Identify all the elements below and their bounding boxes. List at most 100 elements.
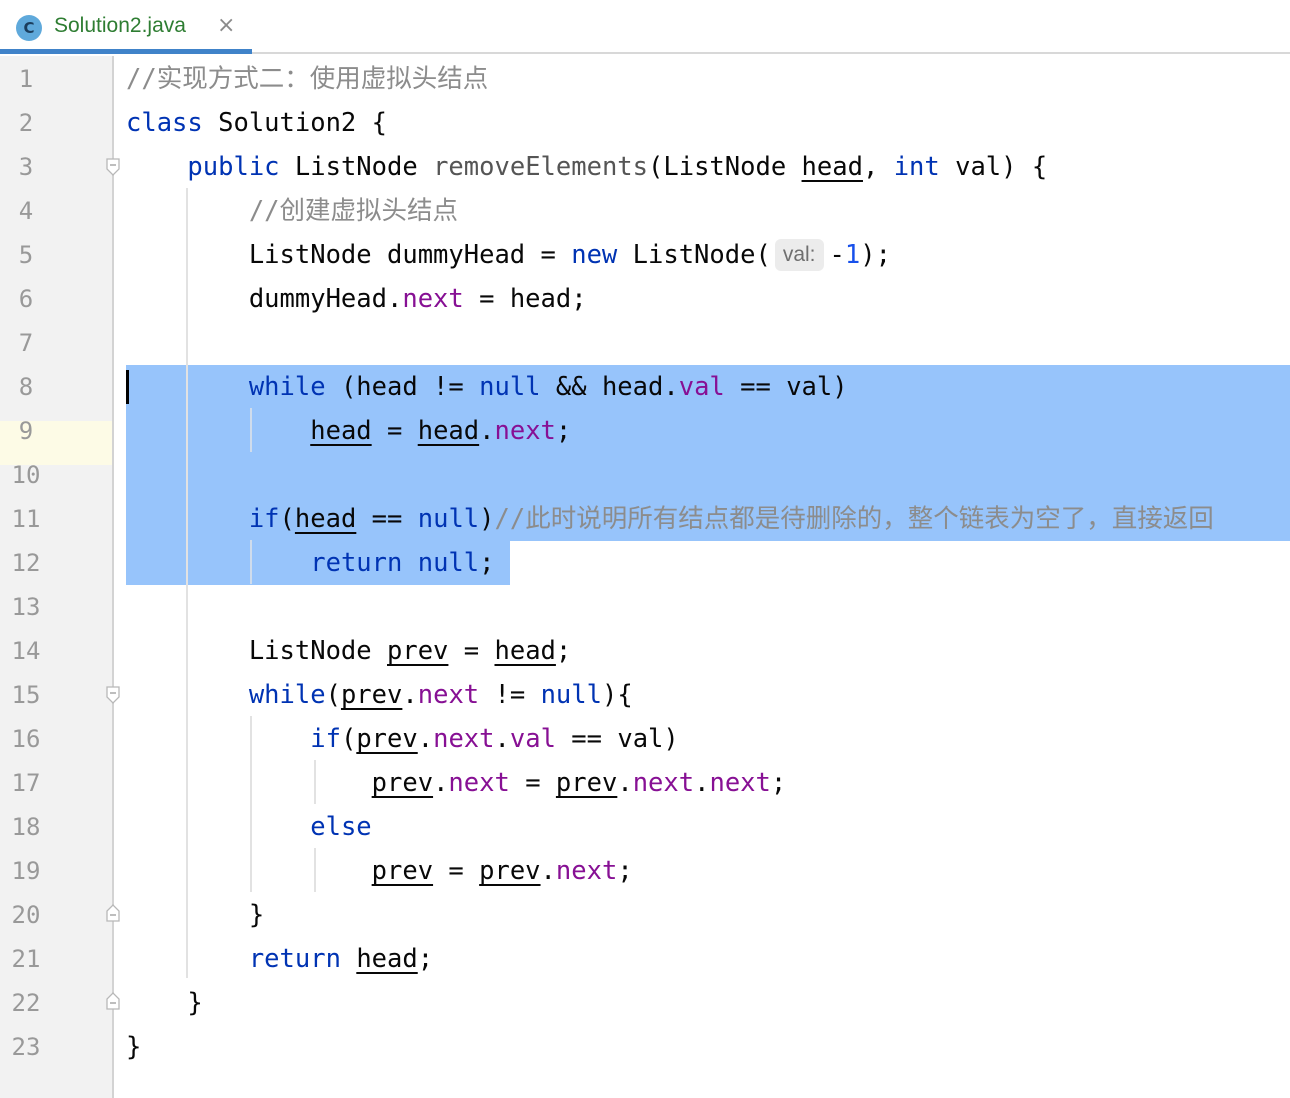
text-caret [126,370,129,404]
fold-end-icon[interactable] [106,992,120,1010]
line-number: 7 [18,329,34,357]
line-number: 13 [11,593,41,621]
code-line[interactable]: } [126,981,203,1025]
code-token: . [694,768,710,798]
code-line[interactable]: //创建虚拟头结点 [126,189,458,233]
code-token: = [509,768,556,798]
code-token: == [356,504,418,534]
code-token: ; [770,768,787,798]
line-number: 21 [11,945,41,973]
code-token: == val) [555,724,679,754]
code-token: ( [279,504,295,534]
code-token: . [433,768,449,798]
line-number: 16 [11,725,41,753]
line-number: 1 [18,65,34,93]
code-token: ListNode dummyHead = [126,240,572,270]
code-token: if [310,724,341,754]
line-number: 3 [18,153,34,181]
line-number: 14 [11,637,41,665]
fold-end-icon[interactable] [106,904,120,922]
code-token: ) [479,504,495,534]
code-token: . [402,680,418,710]
tab-solution2-java[interactable]: C Solution2.java × [0,0,252,54]
code-token: next [417,680,480,710]
code-token: public [187,152,280,182]
line-number: 5 [18,241,34,269]
code-line[interactable]: head = head.next; [126,409,571,453]
code-token: ; [617,856,633,886]
code-token: . [617,768,633,798]
code-line[interactable]: if(prev.next.val == val) [126,717,679,761]
code-token: return [248,944,341,974]
code-token: prev [371,768,434,798]
code-token: 1 [844,240,861,270]
code-token: while [248,372,326,402]
code-token: val [509,724,556,754]
code-line[interactable]: return null; [126,541,495,585]
code-token: null [417,548,480,578]
code-token: == val) [724,372,848,402]
code-line[interactable]: dummyHead.next = head; [126,277,587,321]
code-token: = [448,636,495,666]
code-token: prev [356,724,418,754]
code-token: prev [387,636,449,666]
line-number: 19 [11,857,41,885]
code-token: (ListNode [648,152,802,182]
code-token: head [356,944,418,974]
code-line[interactable]: ListNode dummyHead = new ListNode(val: -1… [126,233,891,277]
code-line[interactable]: public ListNode removeElements(ListNode … [126,145,1047,189]
code-token: ; [555,416,572,446]
code-line[interactable]: return head; [126,937,433,981]
code-token: //创建虚拟头结点 [248,196,459,226]
code-token: && head. [540,372,679,402]
code-token: val [678,372,725,402]
code-token: prev [555,768,618,798]
code-token: null [479,372,541,402]
code-token: prev [371,856,434,886]
code-line[interactable]: if(head == null)//此时说明所有结点都是待删除的，整个链表为空了… [126,497,1214,541]
code-token: head [294,504,357,534]
code-token: Solution2 { [202,108,387,138]
code-token: ; [417,944,434,974]
code-token: head [801,152,863,182]
code-line[interactable]: class Solution2 { [126,101,387,145]
code-line[interactable]: //实现方式二：使用虚拟头结点 [126,57,488,101]
line-number: 10 [11,461,41,489]
line-number: 18 [11,813,41,841]
code-token: head [310,416,372,446]
code-token: removeElements [433,152,649,182]
code-line[interactable]: while (head != null && head.val == val) [126,365,848,409]
code-token: } [126,900,265,930]
code-line[interactable]: } [126,893,264,937]
code-token: } [126,988,203,1018]
code-token: else [310,812,372,842]
line-number: 23 [11,1033,41,1061]
code-token: ; [555,636,572,666]
close-icon[interactable]: × [217,13,235,39]
code-line[interactable]: } [126,1025,141,1069]
code-token: val) { [939,152,1048,182]
code-token: . [540,856,556,886]
code-line[interactable]: ListNode prev = head; [126,629,571,673]
code-token: null [417,504,480,534]
code-token: dummyHead. [126,284,403,314]
line-number: 9 [18,417,34,445]
code-line[interactable]: prev.next = prev.next.next; [126,761,787,805]
code-token: != [479,680,541,710]
code-token: next [402,284,464,314]
line-number: 20 [11,901,41,929]
code-token: prev [340,680,403,710]
fold-collapse-icon[interactable] [106,686,120,704]
fold-collapse-icon[interactable] [106,158,120,176]
code-line[interactable]: else [126,805,372,849]
code-token: (head != [325,372,480,402]
code-token: ; [479,548,495,578]
code-line[interactable]: prev = prev.next; [126,849,633,893]
code-line[interactable]: while(prev.next != null){ [126,673,633,717]
line-number: 2 [18,109,34,137]
